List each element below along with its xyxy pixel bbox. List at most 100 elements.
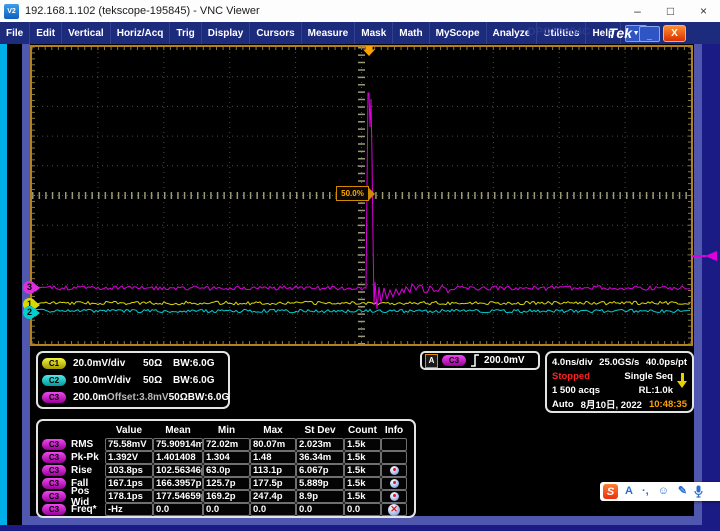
measurement-cell: 36.34m	[296, 451, 344, 464]
measurement-cell: 177.54659p	[153, 490, 203, 503]
measurement-cell: 75.90914m	[153, 438, 203, 451]
vnc-viewer-window: V2 192.168.1.102 (tekscope-195845) - VNC…	[0, 0, 720, 531]
ime-toolbar: S A ·, ☺ ✎	[600, 482, 720, 501]
measurement-row-label[interactable]: C3Freq*	[41, 503, 105, 516]
resolution: 40.0ps/pt	[646, 357, 687, 368]
channel1-badge[interactable]: C1	[42, 358, 66, 369]
measurement-row-label[interactable]: C3Pos Wid	[41, 490, 105, 503]
acquisition-mode: Single Seq	[624, 371, 673, 382]
channel3-scale: 200.0m	[73, 392, 107, 403]
desktop-edge-strip	[0, 44, 7, 525]
acquisition-status: Stopped	[552, 371, 590, 382]
trigger-readout-box[interactable]: A C3 200.0mV	[420, 351, 540, 370]
measurement-name: Pk-Pk	[71, 452, 99, 463]
menu-item-display[interactable]: Display	[202, 22, 251, 44]
measurement-source-badge[interactable]: C3	[42, 465, 66, 476]
measurement-table: ValueMeanMinMaxSt DevCountInfoC3RMS75.58…	[36, 419, 416, 518]
scope-close-button[interactable]: X	[663, 25, 686, 42]
english-mode-icon[interactable]: A	[625, 482, 633, 501]
table-header-min: Min	[203, 423, 250, 438]
measurement-cell: 178.1ps	[105, 490, 153, 503]
measurement-cell: 1.304	[203, 451, 250, 464]
measurement-source-badge[interactable]: C3	[42, 439, 66, 450]
menu-item-trig[interactable]: Trig	[170, 22, 201, 44]
measurement-cell: 0.0	[296, 503, 344, 516]
measurement-cell: 72.02m	[203, 438, 250, 451]
channel3-reference-marker[interactable]: 3	[23, 281, 36, 294]
voice-icon[interactable]	[694, 485, 703, 498]
measurement-source-badge[interactable]: C3	[42, 504, 66, 515]
punctuation-icon[interactable]: ·,	[642, 482, 649, 501]
trigger-level-tail	[692, 255, 706, 257]
measurement-row-label[interactable]: C3 RMS	[41, 438, 105, 451]
menu-item-cursors[interactable]: Cursors	[250, 22, 301, 44]
window-frame-right-bg	[702, 44, 720, 531]
measurement-cell: 6.067p	[296, 464, 344, 477]
info-error-icon[interactable]: ✕	[388, 504, 400, 516]
measurement-name: RMS	[71, 439, 93, 450]
channel2-scale: 100.0mV/div	[73, 375, 143, 386]
window-frame-bottom-bg	[0, 525, 720, 531]
info-cell	[381, 490, 407, 503]
measurement-row-label[interactable]: C3 Pk-Pk	[41, 451, 105, 464]
trigger-50pct-tag[interactable]: 50.0%	[336, 186, 369, 201]
table-header-info: Info	[381, 423, 407, 438]
channel2-reference-marker[interactable]: 2	[23, 306, 36, 319]
title-bar: V2 192.168.1.102 (tekscope-195845) - VNC…	[0, 0, 720, 23]
sogou-logo-icon[interactable]: S	[603, 484, 618, 499]
menu-item-edit[interactable]: Edit	[30, 22, 62, 44]
minimize-button[interactable]: –	[621, 0, 654, 22]
menu-item-vertical[interactable]: Vertical	[62, 22, 111, 44]
menu-item-math[interactable]: Math	[393, 22, 429, 44]
channel2-impedance: 50Ω	[143, 375, 173, 386]
scope-window-border-right	[694, 44, 702, 516]
measurement-cell: 1.5k	[344, 451, 381, 464]
channel2-bandwidth: BW:6.0G	[173, 375, 215, 386]
measurement-cell: 80.07m	[250, 438, 296, 451]
emoji-icon[interactable]: ☺	[658, 482, 669, 501]
trigger-level-marker[interactable]	[705, 251, 717, 261]
channel2-readout[interactable]: C2 100.0mV/div 50Ω BW:6.0G	[42, 372, 224, 389]
menu-item-measure[interactable]: Measure	[302, 22, 356, 44]
acquisition-readout-box[interactable]: 4.0ns/div 25.0GS/s 40.0ps/pt Stopped Sin…	[545, 351, 694, 413]
time-display: 10:48:35	[649, 399, 687, 410]
measurement-source-badge[interactable]: C3	[42, 452, 66, 463]
maximize-button[interactable]: □	[654, 0, 687, 22]
info-icon[interactable]	[390, 479, 399, 488]
measurement-cell: 5.889p	[296, 477, 344, 490]
vnc-app-icon: V2	[4, 4, 19, 19]
menu-item-mask[interactable]: Mask	[355, 22, 393, 44]
channel-readout-box: C1 20.0mV/div 50Ω BW:6.0G C2 100.0mV/div…	[36, 351, 230, 409]
measurement-cell: 2.023m	[296, 438, 344, 451]
measurement-cell: 8.9p	[296, 490, 344, 503]
measurement-cell: 103.8ps	[105, 464, 153, 477]
measurement-source-badge[interactable]: C3	[42, 478, 66, 489]
menu-item-horiz-acq[interactable]: Horiz/Acq	[111, 22, 171, 44]
info-icon[interactable]	[390, 466, 399, 475]
measurement-cell: 1.5k	[344, 490, 381, 503]
info-icon[interactable]	[390, 492, 399, 501]
handwriting-icon[interactable]: ✎	[678, 482, 687, 501]
menu-item-myscope[interactable]: MyScope	[430, 22, 487, 44]
channel3-badge[interactable]: C3	[42, 392, 66, 403]
channel1-readout[interactable]: C1 20.0mV/div 50Ω BW:6.0G	[42, 355, 224, 372]
channel3-readout[interactable]: C3 200.0m Offset:3.8mV 50Ω BW:6.0G	[42, 389, 224, 406]
measurement-row-label[interactable]: C3Rise	[41, 464, 105, 477]
table-header-max: Max	[250, 423, 296, 438]
close-button[interactable]: ×	[687, 0, 720, 22]
channel1-scale: 20.0mV/div	[73, 358, 143, 369]
measurement-cell: 1.392V	[105, 451, 153, 464]
table-header-mean: Mean	[153, 423, 203, 438]
scope-minimize-button[interactable]: _	[639, 26, 660, 42]
measurement-cell: 177.5p	[250, 477, 296, 490]
measurement-source-badge[interactable]: C3	[42, 491, 66, 502]
channel2-badge[interactable]: C2	[42, 375, 66, 386]
trigger-source-badge: C3	[442, 355, 466, 366]
measurement-cell: 169.2p	[203, 490, 250, 503]
date-display: 8月10日, 2022	[581, 397, 642, 411]
measurement-cell: 247.4p	[250, 490, 296, 503]
measurement-cell: 1.48	[250, 451, 296, 464]
trigger-mode: Auto	[552, 399, 574, 410]
table-header-count: Count	[344, 423, 381, 438]
menu-item-file[interactable]: File	[0, 22, 30, 44]
